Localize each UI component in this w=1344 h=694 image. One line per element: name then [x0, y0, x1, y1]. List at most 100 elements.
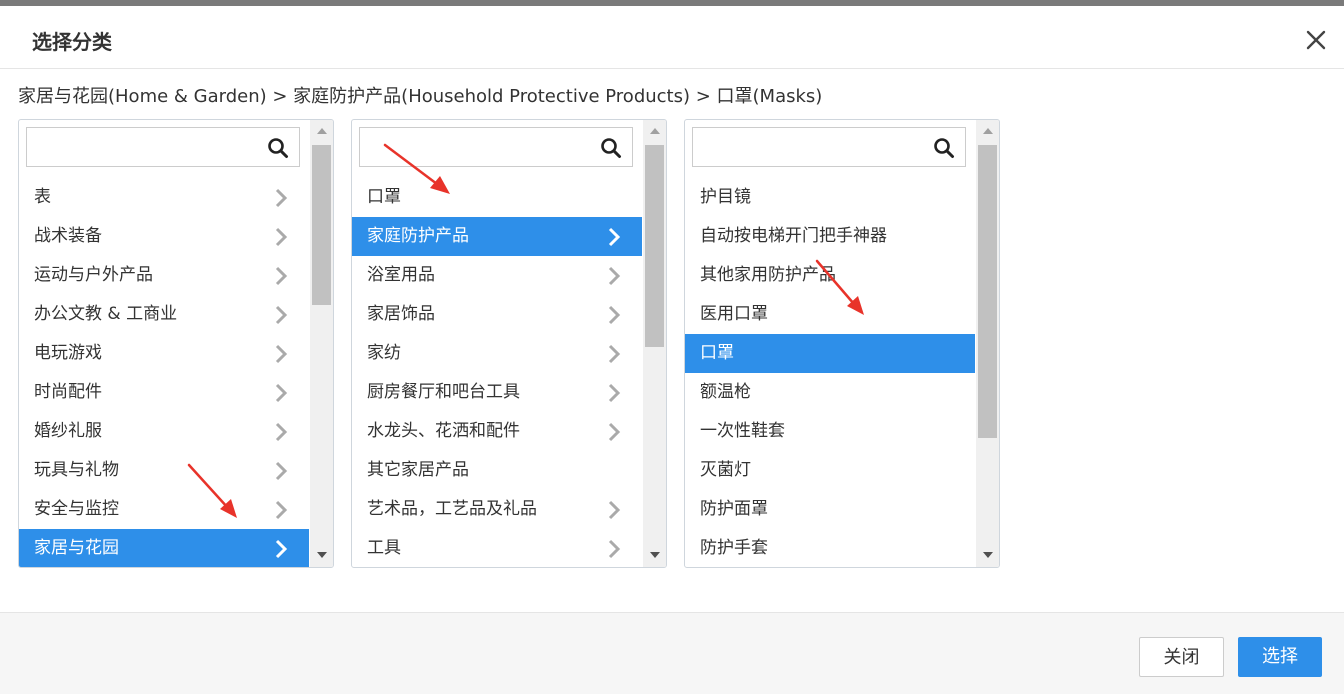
category-label: 其他家用防护产品: [700, 265, 836, 285]
category-item[interactable]: 家纺: [352, 334, 642, 373]
chevron-right-icon: [275, 344, 288, 364]
select-button[interactable]: 选择: [1238, 637, 1322, 677]
scroll-down-icon[interactable]: [650, 552, 660, 558]
chevron-right-icon: [608, 344, 621, 364]
category-item[interactable]: 防护手套: [685, 529, 975, 567]
category-label: 战术装备: [34, 226, 102, 246]
category-label: 家居与花园: [34, 538, 119, 558]
chevron-right-icon: [608, 500, 621, 520]
category-label: 电玩游戏: [34, 343, 102, 363]
category-label: 自动按电梯开门把手神器: [700, 226, 887, 246]
scroll-down-icon[interactable]: [317, 552, 327, 558]
close-icon[interactable]: [1300, 24, 1332, 56]
scroll-up-icon[interactable]: [650, 128, 660, 134]
chevron-right-icon: [608, 227, 621, 247]
search-box: [26, 127, 300, 167]
chevron-right-icon: [275, 422, 288, 442]
category-item[interactable]: 战术装备: [19, 217, 309, 256]
search-input[interactable]: [27, 128, 273, 166]
category-item[interactable]: 其它家居产品: [352, 451, 642, 490]
search-icon[interactable]: [933, 137, 955, 159]
scroll-down-icon[interactable]: [983, 552, 993, 558]
category-item[interactable]: 灭菌灯: [685, 451, 975, 490]
category-label: 水龙头、花洒和配件: [367, 421, 520, 441]
chevron-right-icon: [275, 539, 288, 559]
category-label: 口罩: [700, 343, 734, 363]
chevron-right-icon: [608, 539, 621, 559]
scroll-thumb[interactable]: [645, 145, 664, 347]
category-label: 艺术品，工艺品及礼品: [367, 499, 537, 519]
scroll-thumb[interactable]: [978, 145, 997, 438]
chevron-right-icon: [608, 422, 621, 442]
category-item[interactable]: 家居与花园: [19, 529, 309, 567]
category-label: 家纺: [367, 343, 401, 363]
category-label: 运动与户外产品: [34, 265, 153, 285]
chevron-right-icon: [275, 383, 288, 403]
breadcrumb: 家居与花园(Home & Garden) > 家庭防护产品(Household …: [18, 86, 823, 107]
category-item[interactable]: 护目镜: [685, 178, 975, 217]
category-item[interactable]: 家居饰品: [352, 295, 642, 334]
scroll-thumb[interactable]: [312, 145, 331, 305]
search-input[interactable]: [360, 128, 606, 166]
scrollbar[interactable]: [643, 120, 666, 567]
category-item[interactable]: 婚纱礼服: [19, 412, 309, 451]
category-list: 护目镜 自动按电梯开门把手神器 其他家用防护产品 医用口罩 口罩 额温枪 一次性…: [685, 178, 975, 567]
search-box: [692, 127, 966, 167]
dialog-header: 选择分类: [0, 6, 1344, 69]
category-label: 办公文教 & 工商业: [34, 304, 178, 324]
search-icon[interactable]: [267, 137, 289, 159]
category-item[interactable]: 口罩: [685, 334, 975, 373]
category-item[interactable]: 工具: [352, 529, 642, 567]
scroll-up-icon[interactable]: [317, 128, 327, 134]
category-item[interactable]: 家庭防护产品: [352, 217, 642, 256]
category-item[interactable]: 额温枪: [685, 373, 975, 412]
category-list: 口罩 家庭防护产品 浴室用品 家居饰品 家纺 厨房餐厅和吧台工具 水龙头、花洒和…: [352, 178, 642, 567]
search-input[interactable]: [693, 128, 939, 166]
category-label: 一次性鞋套: [700, 421, 785, 441]
category-label: 灭菌灯: [700, 460, 751, 480]
category-item[interactable]: 电玩游戏: [19, 334, 309, 373]
chevron-right-icon: [275, 266, 288, 286]
category-item[interactable]: 运动与户外产品: [19, 256, 309, 295]
category-item[interactable]: 医用口罩: [685, 295, 975, 334]
category-label: 时尚配件: [34, 382, 102, 402]
category-label: 医用口罩: [700, 304, 768, 324]
category-item[interactable]: 表: [19, 178, 309, 217]
category-item[interactable]: 安全与监控: [19, 490, 309, 529]
chevron-right-icon: [275, 227, 288, 247]
category-item[interactable]: 时尚配件: [19, 373, 309, 412]
category-item[interactable]: 自动按电梯开门把手神器: [685, 217, 975, 256]
category-item[interactable]: 水龙头、花洒和配件: [352, 412, 642, 451]
category-label: 婚纱礼服: [34, 421, 102, 441]
category-item[interactable]: 玩具与礼物: [19, 451, 309, 490]
category-label: 额温枪: [700, 382, 751, 402]
close-button[interactable]: 关闭: [1139, 637, 1224, 677]
dialog-footer: 关闭 选择: [0, 612, 1344, 694]
search-icon[interactable]: [600, 137, 622, 159]
category-item[interactable]: 其他家用防护产品: [685, 256, 975, 295]
category-column-1: 表 战术装备 运动与户外产品 办公文教 & 工商业 电玩游戏 时尚配件 婚纱礼服…: [18, 119, 334, 568]
scrollbar[interactable]: [310, 120, 333, 567]
category-item[interactable]: 一次性鞋套: [685, 412, 975, 451]
category-item[interactable]: 厨房餐厅和吧台工具: [352, 373, 642, 412]
category-item[interactable]: 艺术品，工艺品及礼品: [352, 490, 642, 529]
category-item[interactable]: 浴室用品: [352, 256, 642, 295]
category-list: 表 战术装备 运动与户外产品 办公文教 & 工商业 电玩游戏 时尚配件 婚纱礼服…: [19, 178, 309, 567]
dialog-title: 选择分类: [32, 30, 112, 54]
scrollbar[interactable]: [976, 120, 999, 567]
category-label: 防护手套: [700, 538, 768, 558]
category-label: 浴室用品: [367, 265, 435, 285]
category-label: 安全与监控: [34, 499, 119, 519]
category-item[interactable]: 办公文教 & 工商业: [19, 295, 309, 334]
search-box: [359, 127, 633, 167]
chevron-right-icon: [608, 266, 621, 286]
chevron-right-icon: [275, 461, 288, 481]
category-label: 家居饰品: [367, 304, 435, 324]
scroll-up-icon[interactable]: [983, 128, 993, 134]
category-label: 厨房餐厅和吧台工具: [367, 382, 520, 402]
category-label: 工具: [367, 538, 401, 558]
category-item[interactable]: 防护面罩: [685, 490, 975, 529]
category-label: 护目镜: [700, 187, 751, 207]
category-item[interactable]: 口罩: [352, 178, 642, 217]
chevron-right-icon: [275, 305, 288, 325]
